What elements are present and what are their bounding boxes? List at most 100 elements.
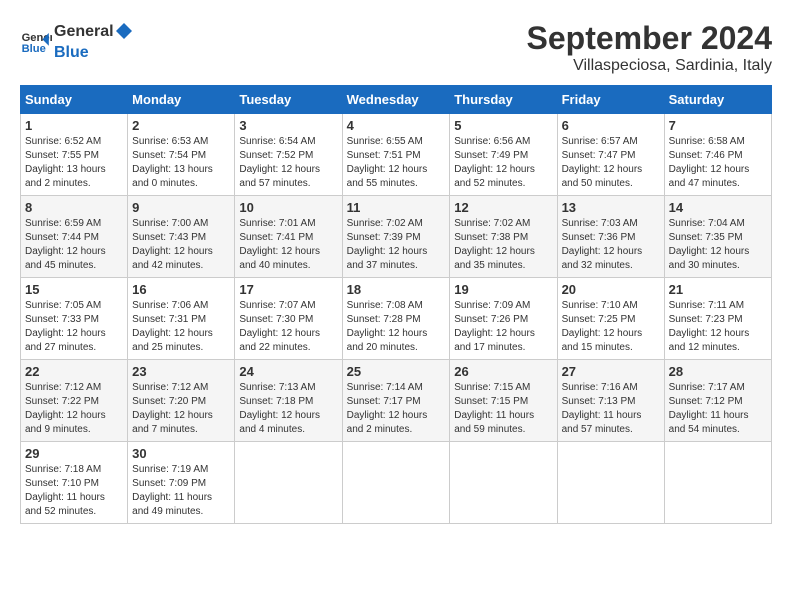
calendar-cell-w3-d5: 19Sunrise: 7:09 AMSunset: 7:26 PMDayligh… [450, 278, 557, 360]
day-info-19: Sunrise: 7:09 AMSunset: 7:26 PMDaylight:… [454, 299, 552, 355]
day-number-22: 22 [25, 364, 123, 379]
calendar-cell-w4-d2: 23 Sunrise: 7:12 AMSunset: 7:20 PMDayligh… [128, 360, 235, 442]
day-info-22: Sunrise: 7:12 AMSunset: 7:22 PMDaylight:… [25, 381, 123, 437]
day-number-6: 6 [562, 118, 660, 133]
day-info-5: Sunrise: 6:56 AMSunset: 7:49 PMDaylight:… [454, 135, 552, 191]
logo-general-text: General [54, 23, 114, 40]
calendar-cell-w2-d7: 14Sunrise: 7:04 AMSunset: 7:35 PMDayligh… [664, 196, 771, 278]
day-info-8: Sunrise: 6:59 AMSunset: 7:44 PMDaylight:… [25, 217, 123, 273]
day-info-13: Sunrise: 7:03 AMSunset: 7:36 PMDaylight:… [562, 217, 660, 273]
day-info-3: Sunrise: 6:54 AMSunset: 7:52 PMDaylight:… [239, 135, 337, 191]
day-number-13: 13 [562, 200, 660, 215]
calendar-cell-w1-d6: 6 Sunrise: 6:57 AMSunset: 7:47 PMDaylight… [557, 114, 664, 196]
day-info-14: Sunrise: 7:04 AMSunset: 7:35 PMDaylight:… [669, 217, 767, 273]
day-info-10: Sunrise: 7:01 AMSunset: 7:41 PMDaylight:… [239, 217, 337, 273]
day-info-11: Sunrise: 7:02 AMSunset: 7:39 PMDaylight:… [347, 217, 446, 273]
day-number-29: 29 [25, 446, 123, 461]
day-number-9: 9 [132, 200, 230, 215]
calendar-cell-w4-d6: 27Sunrise: 7:16 AMSunset: 7:13 PMDayligh… [557, 360, 664, 442]
calendar-week-1: 1Sunrise: 6:52 AMSunset: 7:55 PMDaylight… [21, 114, 772, 196]
day-number-21: 21 [669, 282, 767, 297]
calendar-cell-w2-d3: 10 Sunrise: 7:01 AMSunset: 7:41 PMDayligh… [235, 196, 342, 278]
calendar-cell-w5-d6 [557, 442, 664, 524]
logo-flag-icon [114, 21, 134, 41]
day-info-7: Sunrise: 6:58 AMSunset: 7:46 PMDaylight:… [669, 135, 767, 191]
calendar-cell-w3-d6: 20 Sunrise: 7:10 AMSunset: 7:25 PMDayligh… [557, 278, 664, 360]
day-number-25: 25 [347, 364, 446, 379]
calendar-cell-w2-d6: 13 Sunrise: 7:03 AMSunset: 7:36 PMDayligh… [557, 196, 664, 278]
day-info-30: Sunrise: 7:19 AMSunset: 7:09 PMDaylight:… [132, 463, 230, 519]
svg-text:Blue: Blue [22, 43, 46, 55]
day-number-3: 3 [239, 118, 337, 133]
calendar-cell-w4-d7: 28 Sunrise: 7:17 AMSunset: 7:12 PMDayligh… [664, 360, 771, 442]
day-info-28: Sunrise: 7:17 AMSunset: 7:12 PMDaylight:… [669, 381, 767, 437]
calendar-cell-w1-d3: 3 Sunrise: 6:54 AMSunset: 7:52 PMDaylight… [235, 114, 342, 196]
calendar-cell-w1-d7: 7 Sunrise: 6:58 AMSunset: 7:46 PMDaylight… [664, 114, 771, 196]
day-info-21: Sunrise: 7:11 AMSunset: 7:23 PMDaylight:… [669, 299, 767, 355]
calendar-header-row: Sunday Monday Tuesday Wednesday Thursday… [21, 86, 772, 114]
col-thursday: Thursday [450, 86, 557, 114]
day-info-23: Sunrise: 7:12 AMSunset: 7:20 PMDaylight:… [132, 381, 230, 437]
day-info-20: Sunrise: 7:10 AMSunset: 7:25 PMDaylight:… [562, 299, 660, 355]
calendar-cell-w3-d4: 18 Sunrise: 7:08 AMSunset: 7:28 PMDayligh… [342, 278, 450, 360]
calendar-cell-w3-d3: 17Sunrise: 7:07 AMSunset: 7:30 PMDayligh… [235, 278, 342, 360]
calendar-cell-w1-d4: 4 Sunrise: 6:55 AMSunset: 7:51 PMDaylight… [342, 114, 450, 196]
day-info-29: Sunrise: 7:18 AMSunset: 7:10 PMDaylight:… [25, 463, 123, 519]
calendar-week-4: 22 Sunrise: 7:12 AMSunset: 7:22 PMDayligh… [21, 360, 772, 442]
calendar-cell-w5-d2: 30 Sunrise: 7:19 AMSunset: 7:09 PMDayligh… [128, 442, 235, 524]
logo: General Blue General Blue [20, 20, 134, 62]
day-number-1: 1 [25, 118, 123, 133]
location: Villaspeciosa, Sardinia, Italy [527, 57, 772, 75]
calendar-cell-w4-d1: 22 Sunrise: 7:12 AMSunset: 7:22 PMDayligh… [21, 360, 128, 442]
day-info-4: Sunrise: 6:55 AMSunset: 7:51 PMDaylight:… [347, 135, 446, 191]
day-number-28: 28 [669, 364, 767, 379]
day-number-16: 16 [132, 282, 230, 297]
day-info-24: Sunrise: 7:13 AMSunset: 7:18 PMDaylight:… [239, 381, 337, 437]
day-number-23: 23 [132, 364, 230, 379]
calendar-cell-w3-d2: 16Sunrise: 7:06 AMSunset: 7:31 PMDayligh… [128, 278, 235, 360]
calendar-cell-w2-d1: 8Sunrise: 6:59 AMSunset: 7:44 PMDaylight… [21, 196, 128, 278]
col-saturday: Saturday [664, 86, 771, 114]
calendar-cell-w5-d7 [664, 442, 771, 524]
day-info-25: Sunrise: 7:14 AMSunset: 7:17 PMDaylight:… [347, 381, 446, 437]
calendar-cell-w4-d4: 25 Sunrise: 7:14 AMSunset: 7:17 PMDayligh… [342, 360, 450, 442]
day-info-12: Sunrise: 7:02 AMSunset: 7:38 PMDaylight:… [454, 217, 552, 273]
day-number-26: 26 [454, 364, 552, 379]
calendar-cell-w2-d5: 12 Sunrise: 7:02 AMSunset: 7:38 PMDayligh… [450, 196, 557, 278]
day-info-15: Sunrise: 7:05 AMSunset: 7:33 PMDaylight:… [25, 299, 123, 355]
day-number-17: 17 [239, 282, 337, 297]
col-wednesday: Wednesday [342, 86, 450, 114]
calendar-cell-w1-d5: 5 Sunrise: 6:56 AMSunset: 7:49 PMDaylight… [450, 114, 557, 196]
calendar-cell-w4-d5: 26Sunrise: 7:15 AMSunset: 7:15 PMDayligh… [450, 360, 557, 442]
calendar-cell-w2-d4: 11Sunrise: 7:02 AMSunset: 7:39 PMDayligh… [342, 196, 450, 278]
day-number-24: 24 [239, 364, 337, 379]
day-number-27: 27 [562, 364, 660, 379]
logo-icon: General Blue [20, 25, 52, 57]
day-number-30: 30 [132, 446, 230, 461]
day-number-18: 18 [347, 282, 446, 297]
day-info-18: Sunrise: 7:08 AMSunset: 7:28 PMDaylight:… [347, 299, 446, 355]
day-number-2: 2 [132, 118, 230, 133]
title-area: September 2024 Villaspeciosa, Sardinia, … [527, 20, 772, 75]
calendar-week-3: 15Sunrise: 7:05 AMSunset: 7:33 PMDayligh… [21, 278, 772, 360]
day-number-5: 5 [454, 118, 552, 133]
day-number-20: 20 [562, 282, 660, 297]
day-number-7: 7 [669, 118, 767, 133]
calendar-cell-w5-d3 [235, 442, 342, 524]
calendar-cell-w5-d1: 29 Sunrise: 7:18 AMSunset: 7:10 PMDayligh… [21, 442, 128, 524]
day-info-2: Sunrise: 6:53 AMSunset: 7:54 PMDaylight:… [132, 135, 230, 191]
day-number-10: 10 [239, 200, 337, 215]
calendar-cell-w5-d5 [450, 442, 557, 524]
col-monday: Monday [128, 86, 235, 114]
calendar-week-5: 29 Sunrise: 7:18 AMSunset: 7:10 PMDayligh… [21, 442, 772, 524]
calendar-cell-w1-d1: 1Sunrise: 6:52 AMSunset: 7:55 PMDaylight… [21, 114, 128, 196]
calendar-cell-w3-d1: 15Sunrise: 7:05 AMSunset: 7:33 PMDayligh… [21, 278, 128, 360]
day-number-4: 4 [347, 118, 446, 133]
calendar-cell-w3-d7: 21 Sunrise: 7:11 AMSunset: 7:23 PMDayligh… [664, 278, 771, 360]
month-year: September 2024 [527, 20, 772, 57]
col-tuesday: Tuesday [235, 86, 342, 114]
day-info-9: Sunrise: 7:00 AMSunset: 7:43 PMDaylight:… [132, 217, 230, 273]
day-info-6: Sunrise: 6:57 AMSunset: 7:47 PMDaylight:… [562, 135, 660, 191]
day-number-12: 12 [454, 200, 552, 215]
header: General Blue General Blue September 2024… [20, 20, 772, 75]
